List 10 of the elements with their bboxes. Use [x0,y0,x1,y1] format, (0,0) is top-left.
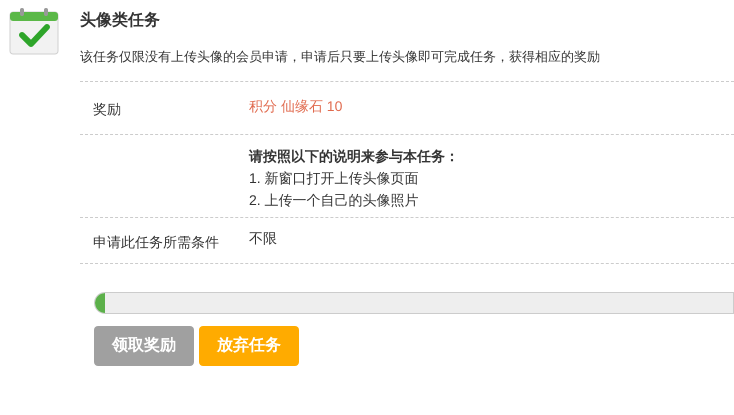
task-description: 该任务仅限没有上传头像的会员申请，申请后只要上传头像即可完成任务，获得相应的奖励 [80,48,601,66]
instructions-heading: 请按照以下的说明来参与本任务： [249,146,459,166]
reward-value: 积分 仙缘石 10 [249,97,342,116]
row-label: 申请此任务所需条件 [92,232,220,252]
task-title: 头像类任务 [80,10,161,31]
row-value: 不限 [249,228,277,248]
instruction-step: 1. 新窗口打开上传头像页面 [249,166,459,188]
instruction-step: 2. 上传一个自己的头像照片 [249,188,459,210]
row-label: 奖励 [92,100,122,119]
abandon-task-button[interactable]: 放弃任务 [199,326,299,366]
